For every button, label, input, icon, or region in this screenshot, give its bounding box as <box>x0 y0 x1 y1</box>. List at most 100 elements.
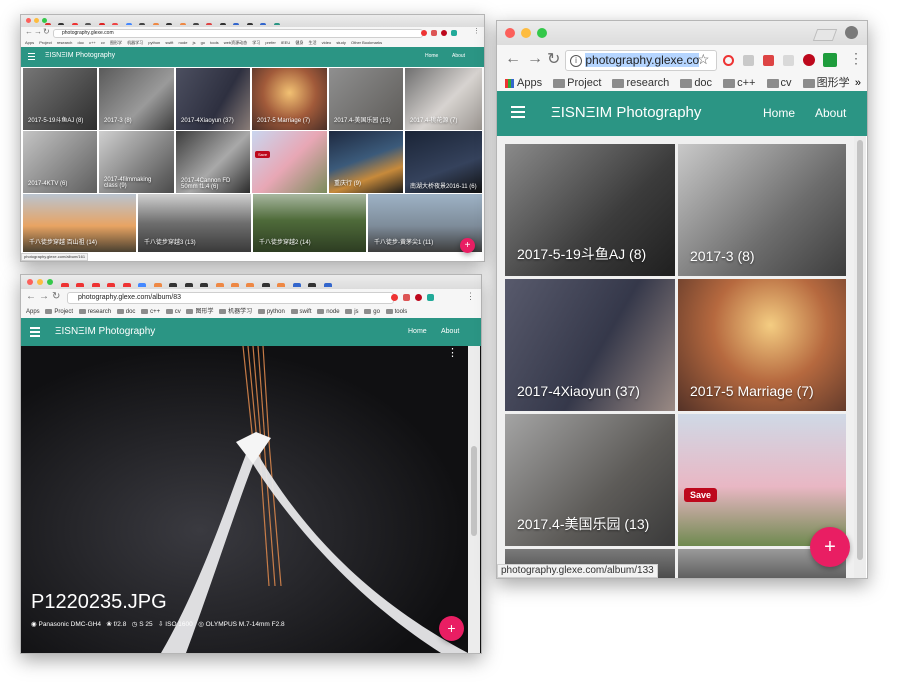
url-text[interactable]: photography.glexe.com/album/83 <box>78 294 181 301</box>
plus-icon[interactable]: + <box>465 240 471 251</box>
tab-favicon[interactable] <box>122 283 131 287</box>
pin-save-label[interactable]: Save <box>690 490 711 500</box>
back-icon[interactable]: ← <box>505 50 521 68</box>
bookmark-item[interactable]: study <box>336 39 346 47</box>
minimize-window-button[interactable] <box>521 28 531 38</box>
bookmark-item[interactable]: js <box>193 39 196 47</box>
bookmark-item[interactable]: c++ <box>150 306 160 318</box>
site-brand[interactable]: ΞISNΞIM Photography <box>551 104 701 121</box>
hamburger-menu-icon[interactable] <box>28 53 35 60</box>
bookmark-item[interactable]: cv <box>175 306 181 318</box>
extension-icon[interactable] <box>783 55 794 66</box>
minimize-window-button[interactable] <box>37 279 43 285</box>
album-card[interactable]: 2017.4-美国乐园 (13) <box>329 68 403 130</box>
forward-icon[interactable]: → <box>527 50 543 68</box>
opera-icon[interactable] <box>391 294 398 301</box>
tab-favicon[interactable] <box>85 22 92 25</box>
star-icon[interactable]: ☆ <box>697 51 710 68</box>
album-card[interactable]: 2017.4-美国乐园 (13) <box>505 414 675 546</box>
pinterest-icon[interactable] <box>415 294 422 301</box>
tab-favicon[interactable] <box>179 22 186 25</box>
tab-favicon[interactable] <box>292 283 301 287</box>
tab-favicon[interactable] <box>112 22 119 25</box>
pinterest-icon[interactable] <box>803 54 815 66</box>
hamburger-menu-icon[interactable] <box>511 106 525 118</box>
url-text[interactable]: photography.glexe.com <box>62 30 114 36</box>
tab-favicon[interactable] <box>233 22 240 25</box>
tab-favicon[interactable] <box>230 283 239 287</box>
tab-favicon[interactable] <box>107 283 116 287</box>
album-card[interactable]: Save <box>678 414 846 546</box>
extension-icon[interactable] <box>403 294 410 301</box>
album-card[interactable]: 千八徒步穿越2 (14) <box>253 194 366 252</box>
opera-icon[interactable] <box>723 55 734 66</box>
tab-favicon[interactable] <box>246 283 255 287</box>
bookmark-item[interactable]: IEEU <box>281 39 290 47</box>
tab-favicon[interactable] <box>153 283 162 287</box>
bookmark-item[interactable]: video <box>322 39 332 47</box>
tab-favicon[interactable] <box>206 22 213 25</box>
opera-icon[interactable] <box>421 30 427 36</box>
address-bar[interactable]: i photography.glexe.co <box>565 50 717 71</box>
bookmark-item[interactable]: Project <box>39 39 51 47</box>
scrollbar-thumb[interactable] <box>857 140 863 560</box>
bookmark-item[interactable]: 图形学 <box>110 39 122 47</box>
album-card[interactable]: 2017-5 Marriage (7) <box>252 68 327 130</box>
nav-home-link[interactable]: Home <box>763 106 795 120</box>
bookmark-item[interactable]: Apps <box>26 306 40 318</box>
tab-strip[interactable] <box>45 17 475 25</box>
bookmark-item[interactable]: c++ <box>89 39 96 47</box>
tab-favicon[interactable] <box>166 22 173 25</box>
bookmark-item[interactable]: js <box>354 306 358 318</box>
scrollbar-thumb[interactable] <box>471 446 477 536</box>
menu-icon[interactable]: ⋮ <box>473 27 480 35</box>
bookmark-item[interactable]: cv <box>781 75 792 91</box>
album-card[interactable]: 2017-3 (8) <box>678 144 846 276</box>
album-card[interactable]: 2017-4KTV (6) <box>23 131 97 193</box>
pin-save-label[interactable]: Save <box>258 152 267 157</box>
add-fab-button[interactable]: + <box>439 616 464 641</box>
album-card[interactable]: 2017-5 Marriage (7) <box>678 279 846 411</box>
tab-favicon[interactable] <box>200 283 209 287</box>
bookmark-item[interactable]: python <box>267 306 285 318</box>
extension-badge-icon[interactable] <box>823 53 837 67</box>
pin-save-button[interactable]: Save <box>684 488 718 502</box>
bookmark-item[interactable]: Project <box>54 306 73 318</box>
bookmark-item[interactable]: 生活 <box>309 39 317 47</box>
album-card[interactable]: 2017-4Xiaoyun (37) <box>505 279 675 411</box>
bookmark-item[interactable]: tools <box>210 39 218 47</box>
back-icon[interactable]: ← <box>25 27 33 36</box>
extension-icon[interactable] <box>427 294 434 301</box>
tab-favicon[interactable] <box>152 22 159 25</box>
url-text[interactable]: photography.glexe.co <box>585 53 700 67</box>
scrollbar[interactable] <box>854 136 866 578</box>
album-card[interactable]: 2017-4filmmaking class (9) <box>99 131 174 193</box>
forward-icon[interactable]: → <box>39 291 49 302</box>
tab-favicon[interactable] <box>260 22 267 25</box>
reload-icon[interactable]: ↻ <box>43 27 50 36</box>
tab-favicon[interactable] <box>184 283 193 287</box>
album-card[interactable]: 2017-3 (8) <box>99 68 174 130</box>
scrollbar[interactable] <box>468 346 480 653</box>
extension-icon[interactable] <box>743 55 754 66</box>
bookmark-item[interactable]: 健身 <box>295 39 303 47</box>
back-icon[interactable]: ← <box>26 291 36 302</box>
tab-favicon[interactable] <box>277 283 286 287</box>
site-brand[interactable]: ΞISNΞIM Photography <box>45 52 115 59</box>
bookmark-item[interactable]: prefer <box>265 39 275 47</box>
minimize-window-button[interactable] <box>34 18 39 23</box>
bookmark-item[interactable]: research <box>57 39 73 47</box>
bookmark-item[interactable]: doc <box>78 39 84 47</box>
reload-icon[interactable]: ↻ <box>547 49 560 69</box>
tab-favicon[interactable] <box>169 283 178 287</box>
bookmark-item[interactable]: Project <box>567 75 601 91</box>
tab-favicon[interactable] <box>308 283 317 287</box>
bookmark-item[interactable]: swift <box>300 306 312 318</box>
bookmark-item[interactable]: go <box>373 306 380 318</box>
bookmark-item[interactable]: node <box>179 39 188 47</box>
bookmark-item[interactable]: 图形学 <box>817 75 850 91</box>
new-tab-button[interactable] <box>812 29 838 41</box>
tab-favicon[interactable] <box>61 283 69 287</box>
bookmark-item[interactable]: doc <box>126 306 136 318</box>
profile-avatar-icon[interactable] <box>845 26 858 39</box>
